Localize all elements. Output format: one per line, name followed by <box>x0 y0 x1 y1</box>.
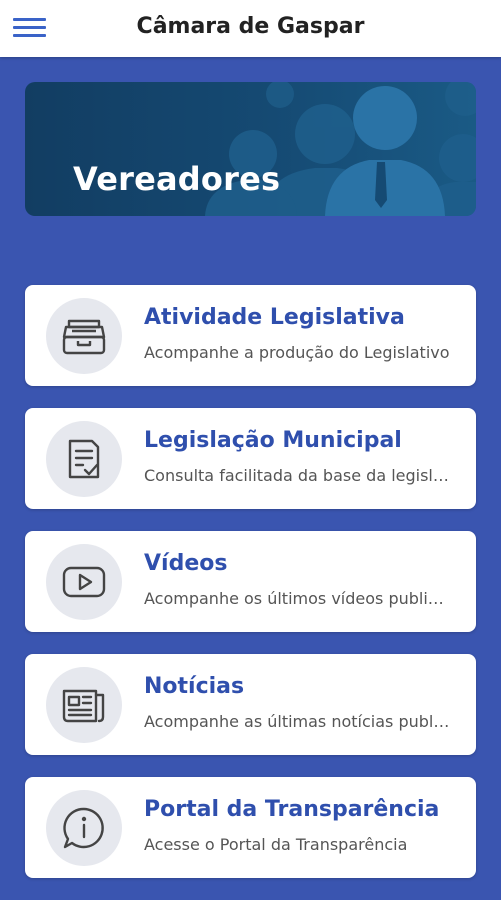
vereadores-banner[interactable]: Vereadores <box>25 82 476 216</box>
top-app-bar: Câmara de Gaspar <box>0 0 501 57</box>
card-title: Notícias <box>144 674 245 699</box>
info-chat-icon <box>46 790 122 866</box>
card-title: Legislação Municipal <box>144 428 402 453</box>
card-subtitle: Acompanhe a produção do Legislativo <box>144 343 450 362</box>
card-subtitle: Consulta facilitada da base da legislaçã… <box>144 466 450 485</box>
card-legislacao-municipal[interactable]: Legislação Municipal Consulta facilitada… <box>25 408 476 509</box>
card-subtitle: Acompanhe as últimas notícias publicadas <box>144 712 450 731</box>
card-videos[interactable]: Vídeos Acompanhe os últimos vídeos publi… <box>25 531 476 632</box>
card-title: Atividade Legislativa <box>144 305 405 330</box>
inbox-tray-icon <box>46 298 122 374</box>
card-title: Vídeos <box>144 551 228 576</box>
app-title: Câmara de Gaspar <box>136 14 365 39</box>
card-noticias[interactable]: Notícias Acompanhe as últimas notícias p… <box>25 654 476 755</box>
document-check-icon <box>46 421 122 497</box>
card-subtitle: Acompanhe os últimos vídeos publicados <box>144 589 450 608</box>
video-play-icon <box>46 544 122 620</box>
banner-title: Vereadores <box>73 160 281 198</box>
card-title: Portal da Transparência <box>144 797 440 822</box>
card-atividade-legislativa[interactable]: Atividade Legislativa Acompanhe a produç… <box>25 285 476 386</box>
newspaper-icon <box>46 667 122 743</box>
card-portal-transparencia[interactable]: Portal da Transparência Acesse o Portal … <box>25 777 476 878</box>
card-subtitle: Acesse o Portal da Transparência <box>144 835 408 854</box>
